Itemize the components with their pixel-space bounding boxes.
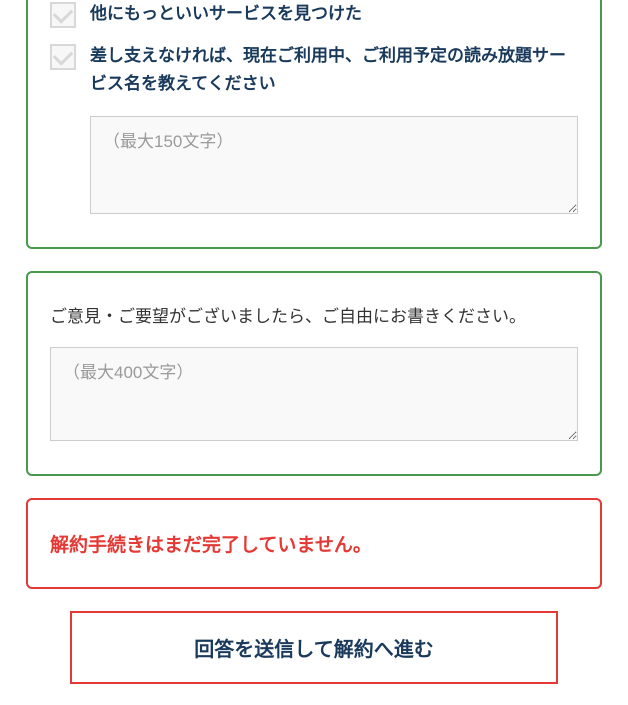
service-name-textarea[interactable] xyxy=(90,116,578,214)
service-name-textarea-wrap xyxy=(90,116,578,219)
feedback-textarea[interactable] xyxy=(50,347,578,441)
submit-button[interactable]: 回答を送信して解約へ進む xyxy=(70,611,558,684)
checkbox-row-found-better[interactable]: 他にもっといいサービスを見つけた xyxy=(50,0,578,28)
checkbox-label: 他にもっといいサービスを見つけた xyxy=(90,0,578,28)
checkbox-icon[interactable] xyxy=(50,2,76,28)
cancellation-notice: 解約手続きはまだ完了していません。 xyxy=(26,498,602,589)
feedback-textarea-wrap xyxy=(50,347,578,446)
survey-options-box: 他にもっといいサービスを見つけた 差し支えなければ、現在ご利用中、ご利用予定の読… xyxy=(26,0,602,249)
feedback-box: ご意見・ご要望がございましたら、ご自由にお書きください。 xyxy=(26,271,602,475)
feedback-label: ご意見・ご要望がございましたら、ご自由にお書きください。 xyxy=(50,301,578,332)
checkbox-label: 差し支えなければ、現在ご利用中、ご利用予定の読み放題サービス名を教えてください xyxy=(90,42,578,98)
cancellation-notice-text: 解約手続きはまだ完了していません。 xyxy=(50,530,578,557)
checkbox-row-service-name[interactable]: 差し支えなければ、現在ご利用中、ご利用予定の読み放題サービス名を教えてください xyxy=(50,42,578,98)
checkbox-icon[interactable] xyxy=(50,44,76,70)
submit-button-label: 回答を送信して解約へ進む xyxy=(194,639,433,661)
